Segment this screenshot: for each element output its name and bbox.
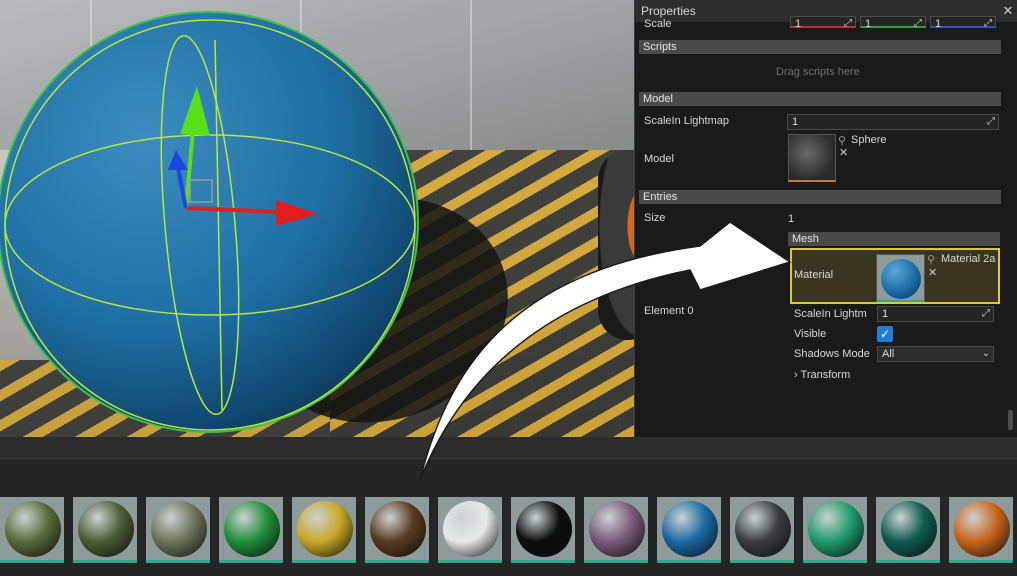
asset-thumbnail-camo-material-2[interactable] [73, 497, 137, 563]
material-preview [224, 501, 280, 557]
asset-thumbnail-rusty-green-material[interactable] [365, 497, 429, 563]
expand-icon: ⤢ [914, 18, 922, 29]
clear-icon[interactable]: ✕ [839, 146, 848, 159]
asset-thumbnail-camo-material-3[interactable] [146, 497, 210, 563]
asset-browser-toolbar [0, 437, 1017, 459]
shadows-mode-dropdown[interactable]: All ⌄ [877, 346, 994, 362]
material-asset-name: Material 2a [941, 253, 996, 265]
material-thumbnail[interactable] [876, 254, 925, 302]
asset-thumbnail-green-gloss-material[interactable] [219, 497, 283, 563]
scrollbar-thumb[interactable] [1008, 410, 1013, 430]
chevron-down-icon: ⌄ [981, 348, 990, 359]
asset-thumbnail-black-material[interactable] [511, 497, 575, 563]
mesh-section-header[interactable]: Mesh [788, 232, 1000, 246]
properties-panel: Properties ✕ Scale 1 ⤢ 1 ⤢ 1 ⤢ Scripts Drag… [634, 0, 1017, 437]
size-value[interactable]: 1 [788, 213, 794, 225]
material-preview [881, 501, 937, 557]
asset-thumbnail-dark-metal-material[interactable] [730, 497, 794, 563]
asset-thumbnail-orange-material[interactable] [949, 497, 1013, 563]
material-preview [78, 501, 134, 557]
size-label: Size [644, 212, 666, 224]
asset-thumbnail-teal-material[interactable] [803, 497, 867, 563]
scale-label: Scale [644, 18, 672, 30]
material-preview [662, 501, 718, 557]
shadows-mode-label: Shadows Mode [794, 348, 870, 360]
expand-icon: ⤢ [987, 116, 995, 127]
asset-thumbnail-gold-material[interactable] [292, 497, 356, 563]
scale-z-field[interactable]: 1 ⤢ [930, 16, 996, 30]
scripts-drop-hint[interactable]: Drag scripts here [776, 66, 860, 78]
material-preview [370, 501, 426, 557]
material-preview [589, 501, 645, 557]
asset-list [0, 497, 1017, 563]
scripts-section-header[interactable]: Scripts [639, 40, 1001, 54]
mesh-scale-in-lightmap-field[interactable]: 1 ⤢ [877, 306, 994, 322]
visible-checkbox[interactable]: ✓ [877, 326, 893, 342]
asset-thumbnail-camo-material-1[interactable] [0, 497, 64, 563]
asset-thumbnail-white-material[interactable] [438, 497, 502, 563]
material-preview [735, 501, 791, 557]
element-label: Element 0 [644, 305, 694, 317]
model-asset-name: Sphere [851, 134, 887, 146]
panel-title: Properties [641, 4, 696, 18]
asset-thumbnail-dark-teal-material[interactable] [876, 497, 940, 563]
scale-x-field[interactable]: 1 ⤢ [790, 16, 856, 30]
scale-in-lightmap-label: ScaleIn Lightmap [644, 115, 729, 127]
expand-icon: ⤢ [984, 18, 992, 29]
material-preview [808, 501, 864, 557]
material-preview [5, 501, 61, 557]
model-label: Model [644, 153, 674, 165]
material-preview [297, 501, 353, 557]
visible-label: Visible [794, 328, 827, 340]
material-preview [443, 501, 499, 557]
asset-thumbnail-iridescent-material[interactable] [584, 497, 648, 563]
asset-thumbnail-blue-material[interactable] [657, 497, 721, 563]
search-icon[interactable]: ⚲ [927, 253, 935, 266]
entries-section-header[interactable]: Entries [639, 190, 1001, 204]
material-label: Material [794, 269, 834, 281]
model-thumbnail[interactable] [788, 134, 836, 182]
material-preview [954, 501, 1010, 557]
asset-browser [0, 437, 1017, 576]
mesh-scale-in-lightmap-label: ScaleIn Lightm [794, 308, 867, 320]
expand-icon: ⤢ [982, 308, 990, 319]
material-preview [151, 501, 207, 557]
transform-expander[interactable]: › Transform [794, 369, 850, 381]
clear-icon[interactable]: ✕ [928, 266, 937, 279]
expand-icon: ⤢ [844, 18, 852, 29]
scene-viewport[interactable] [0, 0, 634, 437]
selected-sphere[interactable] [0, 0, 634, 437]
close-icon[interactable]: ✕ [999, 3, 1017, 19]
scale-y-field[interactable]: 1 ⤢ [860, 16, 926, 30]
material-preview [516, 501, 572, 557]
model-section-header[interactable]: Model [639, 92, 1001, 106]
scale-in-lightmap-field[interactable]: 1 ⤢ [787, 114, 999, 130]
